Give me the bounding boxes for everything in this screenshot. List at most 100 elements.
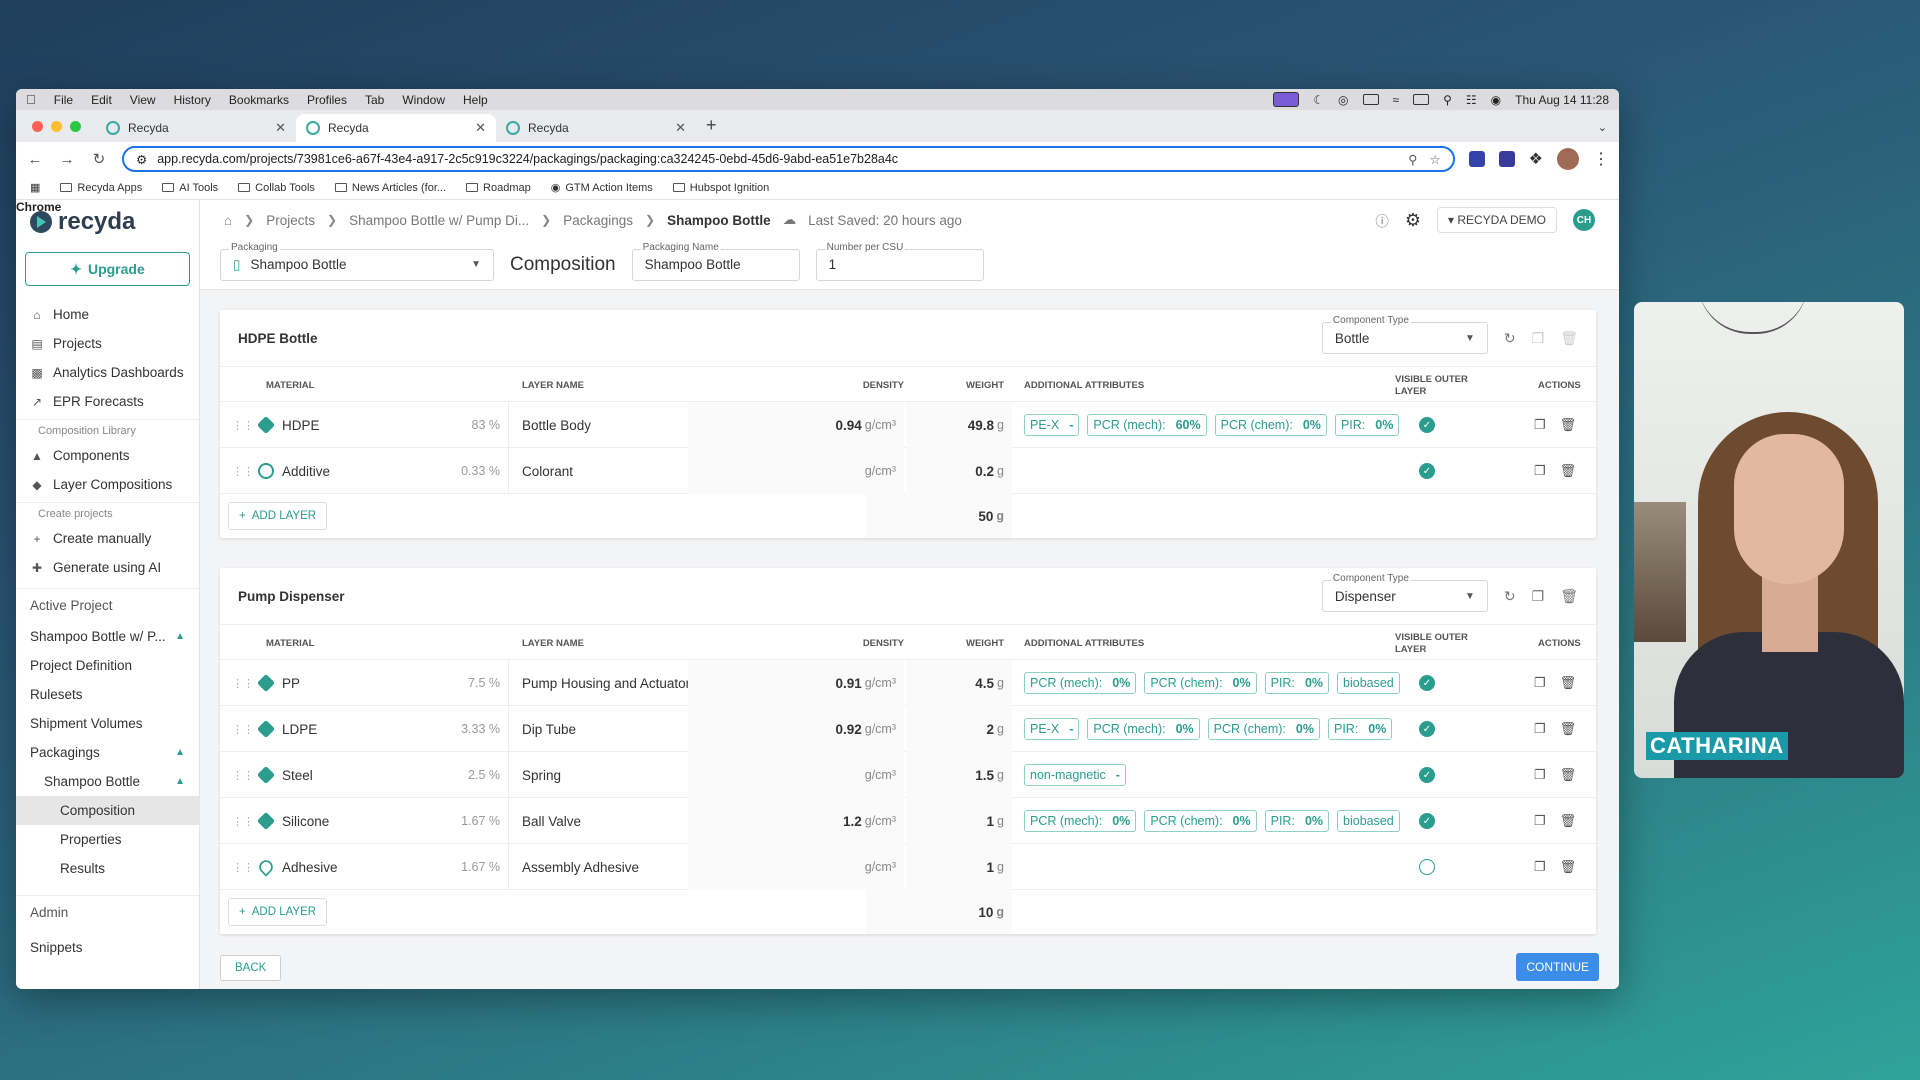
table-row[interactable]: ⋮⋮ HDPE 83 % Bottle Body 0.94 g/cm³ 49.8 g… [220,402,1596,448]
zoom-window-button[interactable] [70,121,81,132]
sidebar-item-home[interactable]: ⌂ Home [16,300,199,329]
layer-name[interactable]: Ball Valve [522,798,581,844]
visible-outer-toggle[interactable]: ✓ [1419,752,1435,798]
attribute-chip[interactable]: PCR (mech): 0% [1024,672,1137,694]
attribute-chip[interactable]: non-magnetic - [1024,764,1126,786]
sidebar-item-properties[interactable]: Properties [16,825,199,854]
sidebar-item-layer-compositions[interactable]: ◆ Layer Compositions [16,470,199,499]
layer-name[interactable]: Dip Tube [522,706,576,752]
breadcrumb-project[interactable]: Shampoo Bottle w/ Pump Di... [349,213,529,228]
close-tab-icon[interactable]: ✕ [275,120,286,136]
sidebar-item-admin[interactable]: Admin [16,895,199,929]
drag-handle-icon[interactable]: ⋮⋮ [232,844,254,890]
visible-outer-toggle[interactable]: ✓ [1419,798,1435,844]
drag-handle-icon[interactable]: ⋮⋮ [232,706,254,752]
attribute-chip[interactable]: PIR: 0% [1264,672,1330,694]
material-name[interactable]: Silicone [282,798,329,844]
table-row[interactable]: ⋮⋮ Adhesive 1.67 % Assembly Adhesive g/c… [220,844,1596,890]
drag-handle-icon[interactable]: ⋮⋮ [232,752,254,798]
site-info-icon[interactable]: ⚙ [136,152,147,167]
chevron-up-icon[interactable]: ▲ [175,776,185,787]
visible-outer-toggle[interactable] [1419,844,1435,890]
density-cell[interactable]: g/cm³ [688,844,904,890]
add-layer-button[interactable]: + ADD LAYER [228,898,328,926]
bookmark-folder[interactable]: Recyda Apps [60,182,142,194]
attribute-chip[interactable]: PE-X - [1024,718,1080,740]
bookmark-link[interactable]: ◉ GTM Action Items [551,181,653,195]
attribute-chip[interactable]: biobased [1337,672,1400,694]
menu-window[interactable]: Window [402,93,445,107]
trash-icon[interactable]: 🗑 [1560,675,1577,691]
close-tab-icon[interactable]: ✕ [675,120,686,136]
bookmark-folder[interactable]: Roadmap [466,182,531,194]
trash-icon[interactable]: 🗑 [1560,463,1577,479]
sidebar-item-shipment-volumes[interactable]: Shipment Volumes [16,709,199,738]
attribute-chip[interactable]: PCR (chem): 0% [1144,672,1257,694]
density-cell[interactable]: g/cm³ [688,752,904,798]
density-cell[interactable]: 0.92 g/cm³ [688,706,904,752]
puzzle-extensions-icon[interactable]: ❖ [1529,149,1543,169]
table-row[interactable]: ⋮⋮ Steel 2.5 % Spring g/cm³ 1.5 g non-mag… [220,752,1596,798]
search-replace-icon[interactable]: ↻ [1504,588,1516,605]
screen-share-icon[interactable] [1273,92,1300,107]
attribute-chip[interactable]: PCR (chem): 0% [1144,810,1257,832]
sidebar-item-project-definition[interactable]: Project Definition [16,651,199,680]
weight-cell[interactable]: 49.8 g [906,402,1012,448]
trash-icon[interactable]: 🗑 [1560,330,1578,347]
density-cell[interactable]: 1.2 g/cm³ [688,798,904,844]
weight-cell[interactable]: 4.5 g [906,660,1012,706]
drag-handle-icon[interactable]: ⋮⋮ [232,660,254,706]
bookmark-folder[interactable]: Hubspot Ignition [672,182,769,194]
layer-name[interactable]: Assembly Adhesive [522,844,639,890]
copy-icon[interactable]: ❐ [1534,813,1546,829]
table-row[interactable]: ⋮⋮ Silicone 1.67 % Ball Valve 1.2 g/cm³ 1… [220,798,1596,844]
attribute-chip[interactable]: PIR: 0% [1334,414,1400,436]
apple-icon[interactable]:  [26,92,36,107]
add-layer-button[interactable]: + ADD LAYER [228,502,328,530]
menu-bookmarks[interactable]: Bookmarks [229,93,289,107]
visible-outer-toggle[interactable]: ✓ [1419,448,1435,494]
menu-view[interactable]: View [130,93,156,107]
wifi-icon[interactable]: ≈ [1393,93,1400,107]
url-field[interactable]: ⚙ app.recyda.com/projects/73981ce6-a67f-… [122,146,1455,172]
attribute-chip[interactable]: PCR (mech): 0% [1087,718,1200,740]
copy-icon[interactable]: ❐ [1534,721,1546,737]
drag-handle-icon[interactable]: ⋮⋮ [232,448,254,494]
material-name[interactable]: Additive [282,448,330,494]
weight-cell[interactable]: 1g [906,798,1012,844]
menu-edit[interactable]: Edit [91,93,112,107]
trash-icon[interactable]: 🗑 [1560,813,1577,829]
close-tab-icon[interactable]: ✕ [475,120,486,136]
table-row[interactable]: ⋮⋮ LDPE 3.33 % Dip Tube 0.92 g/cm³ 2g PE-… [220,706,1596,752]
bookmark-folder[interactable]: News Articles (for... [334,182,446,194]
browser-tab-1[interactable]: Recyda ✕ [96,114,296,142]
table-row[interactable]: ⋮⋮ Additive 0.33 % Colorant g/cm³ 0.2 g ✓… [220,448,1596,494]
density-cell[interactable]: 0.94 g/cm³ [688,402,904,448]
breadcrumb-projects[interactable]: Projects [266,213,315,228]
copy-icon[interactable]: ❐ [1534,859,1546,875]
sidebar-item-packagings[interactable]: Packagings ▲ [16,738,199,767]
visible-outer-toggle[interactable]: ✓ [1419,660,1435,706]
moon-icon[interactable]: ☾ [1313,93,1324,107]
battery-icon[interactable] [1362,94,1379,105]
org-selector[interactable]: ▾ RECYDA DEMO [1436,207,1557,233]
browser-tab-2[interactable]: Recyda ✕ [296,114,496,142]
density-cell[interactable]: g/cm³ [688,448,904,494]
density-cell[interactable]: 0.91 g/cm³ [688,660,904,706]
attribute-chip[interactable]: PIR: 0% [1264,810,1330,832]
material-name[interactable]: Adhesive [282,844,338,890]
bookmark-star-icon[interactable]: ☆ [1429,152,1440,167]
menu-tab[interactable]: Tab [365,93,384,107]
copy-icon[interactable]: ❐ [1534,675,1546,691]
sidebar-item-analytics[interactable]: ▩ Analytics Dashboards [16,358,199,387]
packaging-name-field[interactable]: Packaging Name Shampoo Bottle [631,241,800,281]
trash-icon[interactable]: 🗑 [1560,767,1577,783]
sidebar-item-packaging[interactable]: Shampoo Bottle ▲ [16,767,199,796]
material-name[interactable]: PP [282,660,300,706]
drag-handle-icon[interactable]: ⋮⋮ [232,798,254,844]
copy-icon[interactable]: ❐ [1534,417,1546,433]
sidebar-item-create-manually[interactable]: + Create manually [16,524,199,553]
minimize-window-button[interactable] [51,121,62,132]
layer-name[interactable]: Colorant [522,448,573,494]
attribute-chip[interactable]: biobased [1337,810,1400,832]
